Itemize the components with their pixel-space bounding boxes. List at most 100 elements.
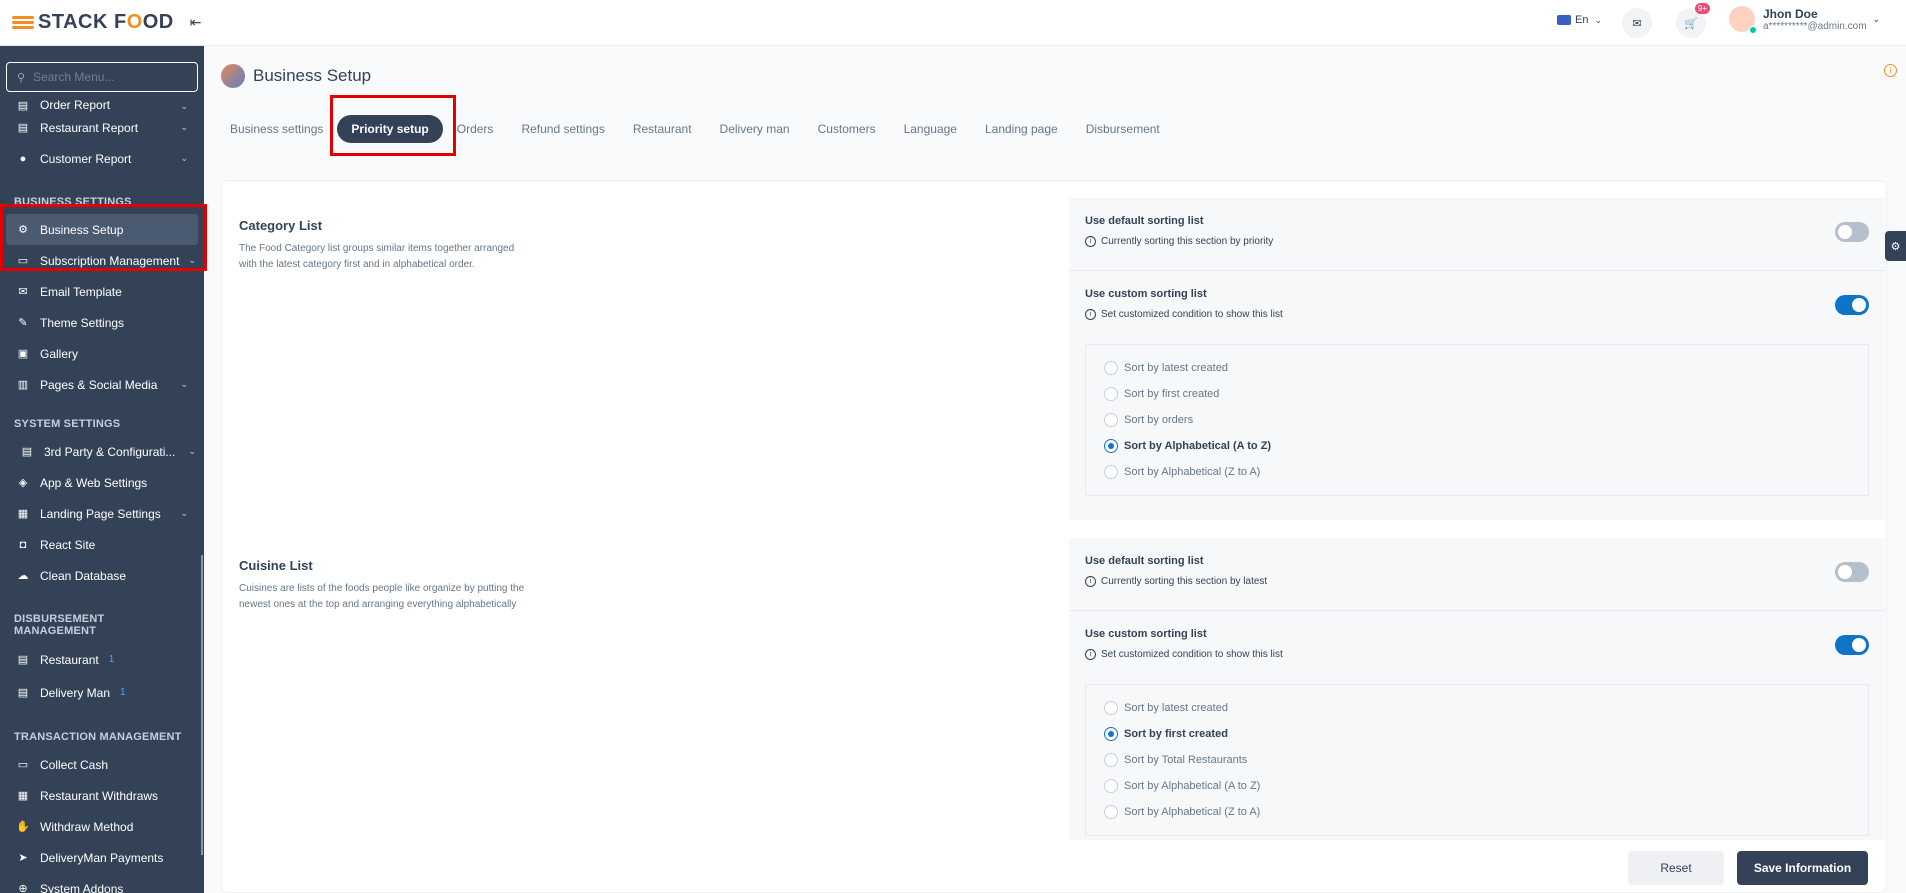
sidebar-item-theme-settings[interactable]: ✎ Theme Settings — [6, 307, 198, 338]
sidebar-item-business-setup[interactable]: ⚙ Business Setup — [6, 214, 198, 245]
category-sort-option[interactable]: Sort by latest created — [1104, 355, 1850, 381]
tab-delivery-man[interactable]: Delivery man — [720, 122, 790, 136]
method-icon: ✋ — [16, 821, 30, 833]
cuisine-sort-option[interactable]: Sort by Alphabetical (A to Z) — [1104, 773, 1850, 799]
radio-button[interactable] — [1104, 439, 1118, 453]
cuisine-sort-option[interactable]: Sort by latest created — [1104, 695, 1850, 721]
radio-button[interactable] — [1104, 701, 1118, 715]
sidebar-item-disb-restaurant[interactable]: ▤ Restaurant 1 — [6, 643, 198, 676]
message-button[interactable]: ✉ — [1622, 8, 1652, 38]
default-sorting-hint-text: Currently sorting this section by priori… — [1101, 236, 1274, 247]
cuisine-sort-option[interactable]: Sort by first created — [1104, 721, 1850, 747]
tab-refund-settings[interactable]: Refund settings — [521, 122, 604, 136]
radio-label: Sort by orders — [1124, 414, 1194, 426]
subscription-icon: ▭ — [17, 255, 29, 267]
gear-icon: ⚙ — [18, 224, 28, 236]
custom-sorting-label: Use custom sorting list — [1085, 628, 1207, 640]
brand-logo[interactable]: STACK F O OD — [12, 11, 174, 34]
sidebar-search[interactable]: ⚲ — [6, 62, 198, 92]
landing-icon: ▦ — [17, 508, 29, 520]
sidebar-item-customer-report[interactable]: ● Customer Report ⌄ — [6, 143, 198, 174]
sidebar-item-restaurant-withdraws[interactable]: ▦ Restaurant Withdraws — [6, 780, 198, 811]
radio-button[interactable] — [1104, 805, 1118, 819]
chevron-down-icon: ⌄ — [180, 122, 188, 132]
sidebar-item-landing-page[interactable]: ▦ Landing Page Settings ⌄ — [6, 498, 198, 529]
radio-button[interactable] — [1104, 727, 1118, 741]
sidebar: STACK FOOD ⇤ ⚲ ▤ Order Report ⌄ ▤ Restau… — [0, 0, 204, 893]
sidebar-item-email-template[interactable]: ✉ Email Template — [6, 276, 198, 307]
business-setup-icon — [221, 64, 245, 88]
user-menu[interactable]: Jhon Doe a**********@admin.com ⌄ — [1729, 6, 1880, 34]
reset-button[interactable]: Reset — [1628, 851, 1724, 885]
sidebar-item-label: React Site — [40, 537, 96, 552]
chevron-down-icon: ⌄ — [180, 379, 188, 389]
custom-sorting-hint: i Set customized condition to show this l… — [1085, 649, 1869, 660]
settings-gear-icon[interactable]: ⚙ — [1885, 231, 1906, 261]
page-header: Business Setup — [221, 64, 371, 88]
radio-button[interactable] — [1104, 413, 1118, 427]
radio-button[interactable] — [1104, 465, 1118, 479]
radio-button[interactable] — [1104, 361, 1118, 375]
sidebar-item-pages-social[interactable]: ▥ Pages & Social Media ⌄ — [6, 369, 198, 400]
category-sort-option[interactable]: Sort by Alphabetical (Z to A) — [1104, 459, 1850, 485]
category-sort-option[interactable]: Sort by Alphabetical (A to Z) — [1104, 433, 1850, 459]
tab-disbursement[interactable]: Disbursement — [1086, 122, 1160, 136]
toggle-knob — [1852, 298, 1866, 312]
sidebar-item-3rd-party[interactable]: ▤ 3rd Party & Configurati... ⌄ — [6, 436, 198, 467]
sidebar-item-clean-database[interactable]: ☁ Clean Database — [6, 560, 198, 591]
custom-sorting-label: Use custom sorting list — [1085, 288, 1207, 300]
default-sorting-label: Use default sorting list — [1085, 215, 1204, 227]
radio-label: Sort by first created — [1124, 388, 1220, 400]
sidebar-item-order-report[interactable]: ▤ Order Report ⌄ — [6, 90, 198, 112]
sidebar-item-disb-delivery[interactable]: ▤ Delivery Man 1 — [6, 676, 198, 709]
sidebar-item-collect-cash[interactable]: ▭ Collect Cash — [6, 749, 198, 780]
tab-business-settings[interactable]: Business settings — [230, 122, 323, 136]
sidebar-item-system-addons[interactable]: ⊕ System Addons — [6, 873, 198, 893]
category-list-description: The Food Category list groups similar it… — [239, 243, 515, 270]
info-icon: i — [1085, 309, 1096, 320]
info-icon[interactable]: i — [1884, 64, 1897, 77]
radio-button[interactable] — [1104, 753, 1118, 767]
category-sort-option[interactable]: Sort by first created — [1104, 381, 1850, 407]
tab-restaurant[interactable]: Restaurant — [633, 122, 692, 136]
tab-landing-page[interactable]: Landing page — [985, 122, 1058, 136]
sidebar-item-deliveryman-payments[interactable]: ➤ DeliveryMan Payments — [6, 842, 198, 873]
tab-language[interactable]: Language — [904, 122, 957, 136]
sidebar-item-restaurant-report[interactable]: ▤ Restaurant Report ⌄ — [6, 112, 198, 143]
tab-customers[interactable]: Customers — [818, 122, 876, 136]
sidebar-item-subscription[interactable]: ▭ Subscription Management ⌄ — [6, 245, 198, 276]
chevron-down-icon: ⌄ — [1594, 14, 1603, 25]
cuisine-default-toggle[interactable] — [1835, 562, 1869, 582]
delivery-icon: ▤ — [17, 687, 29, 699]
sidebar-item-label: Delivery Man — [40, 685, 111, 700]
section-title-disbursement: DISBURSEMENT MANAGEMENT — [14, 613, 105, 637]
category-default-toggle[interactable] — [1835, 222, 1869, 242]
tab-priority-setup[interactable]: Priority setup — [337, 115, 443, 143]
default-sorting-hint: i Currently sorting this section by prior… — [1085, 236, 1869, 247]
sidebar-item-app-web[interactable]: ◈ App & Web Settings — [6, 467, 198, 498]
category-sort-option[interactable]: Sort by orders — [1104, 407, 1850, 433]
cuisine-sort-option[interactable]: Sort by Total Restaurants — [1104, 747, 1850, 773]
sidebar-item-react-site[interactable]: ◘ React Site — [6, 529, 198, 560]
category-custom-toggle[interactable] — [1835, 295, 1869, 315]
language-selector[interactable]: En ⌄ — [1557, 14, 1602, 26]
cuisine-custom-toggle[interactable] — [1835, 635, 1869, 655]
sidebar-scrollbar[interactable] — [201, 555, 203, 855]
save-information-button[interactable]: Save Information — [1737, 851, 1868, 885]
custom-sorting-hint-text: Set customized condition to show this li… — [1101, 309, 1283, 320]
cart-button[interactable]: 🛒 9+ — [1676, 3, 1710, 38]
react-icon: ◘ — [19, 538, 27, 551]
tab-orders[interactable]: Orders — [457, 122, 494, 136]
category-sorting-panel: Use default sorting list i Currently sort… — [1069, 198, 1885, 520]
collapse-sidebar-icon[interactable]: ⇤ — [190, 14, 202, 31]
cuisine-sort-option[interactable]: Sort by Alphabetical (Z to A) — [1104, 799, 1850, 825]
radio-button[interactable] — [1104, 779, 1118, 793]
radio-button[interactable] — [1104, 387, 1118, 401]
chevron-down-icon: ⌄ — [180, 101, 188, 111]
burger-logo-icon — [12, 15, 34, 30]
sidebar-item-withdraw-method[interactable]: ✋ Withdraw Method — [6, 811, 198, 842]
brand-text-b: OD — [142, 11, 174, 33]
sidebar-item-gallery[interactable]: ▣ Gallery — [6, 338, 198, 369]
search-input[interactable] — [33, 70, 184, 84]
info-icon: i — [1085, 236, 1096, 247]
